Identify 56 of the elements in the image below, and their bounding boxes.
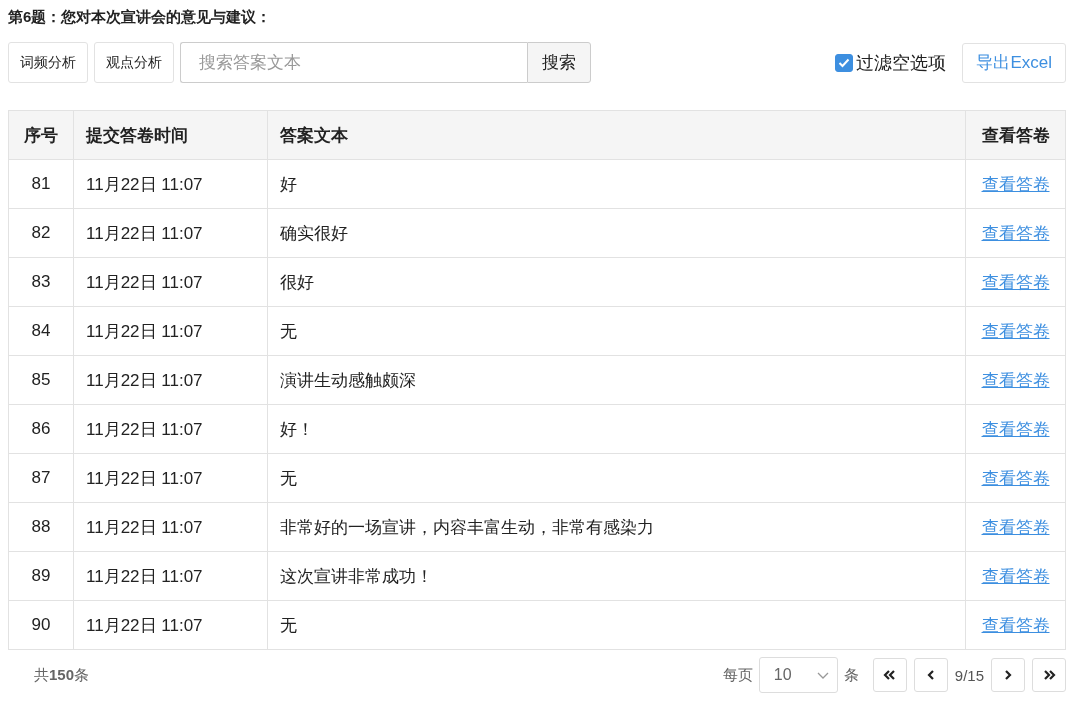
analysis-button[interactable]: 词频分析: [8, 42, 88, 83]
submit-time: 11月22日 11:07: [73, 502, 268, 552]
submit-time: 11月22日 11:07: [73, 600, 268, 650]
analysis-button[interactable]: 观点分析: [94, 42, 174, 83]
row-number: 89: [8, 551, 74, 601]
question-title: 第6题：您对本次宣讲会的意见与建议：: [8, 7, 273, 27]
submit-time: 11月22日 11:07: [73, 208, 268, 258]
row-number: 83: [8, 257, 74, 307]
answer-text: 无: [267, 306, 966, 356]
answer-text: 非常好的一场宣讲，内容丰富生动，非常有感染力: [267, 502, 966, 552]
submit-time: 11月22日 11:07: [73, 551, 268, 601]
first-page-button[interactable]: [872, 658, 907, 692]
page-indicator: 9/15: [954, 666, 984, 684]
row-number: 88: [8, 502, 74, 552]
answer-text: 演讲生动感触颇深: [267, 355, 966, 405]
row-number: 81: [8, 159, 74, 209]
answer-text: 无: [267, 600, 966, 650]
row-number: 82: [8, 208, 74, 258]
next-page-button[interactable]: [991, 658, 1025, 692]
chevron-icon: [926, 669, 935, 681]
submit-time: 11月22日 11:07: [73, 306, 268, 356]
per-page-label: 每页: [722, 665, 753, 685]
column-header: 序号: [8, 110, 74, 160]
double-chevron-icon: [883, 669, 897, 681]
answer-text: 好: [267, 159, 966, 209]
total-count: 共150条: [34, 665, 90, 685]
row-number: 86: [8, 404, 74, 454]
search-field[interactable]: 搜索答案文本: [180, 42, 527, 83]
row-number: 90: [8, 600, 74, 650]
answer-text: 确实很好: [267, 208, 966, 258]
submit-time: 11月22日 11:07: [73, 453, 268, 503]
submit-time: 11月22日 11:07: [73, 355, 268, 405]
answer-text: 好！: [267, 404, 966, 454]
row-number: 85: [8, 355, 74, 405]
submit-time: 11月22日 11:07: [73, 257, 268, 307]
checkbox-label: 过滤空选项: [856, 51, 947, 75]
submit-time: 11月22日 11:07: [73, 159, 268, 209]
answer-text: 这次宣讲非常成功！: [267, 551, 966, 601]
checkbox[interactable]: [835, 53, 854, 72]
row-number: 87: [8, 453, 74, 503]
double-chevron-icon: [1042, 669, 1056, 681]
column-header: 查看答卷: [965, 110, 1066, 160]
previous-page-button[interactable]: [913, 658, 948, 692]
chevron-icon: [1004, 669, 1012, 681]
answer-text: 很好: [267, 257, 966, 307]
row-number: 84: [8, 306, 74, 356]
search-button[interactable]: 搜索: [527, 42, 591, 83]
per-page-unit: 条: [843, 665, 859, 685]
chevron-down-icon: [816, 671, 829, 679]
per-page-select[interactable]: 10: [758, 657, 838, 693]
submit-time: 11月22日 11:07: [73, 404, 268, 454]
column-header: 提交答卷时间: [73, 110, 268, 160]
last-page-button[interactable]: [1032, 658, 1066, 692]
answer-text: 无: [267, 453, 966, 503]
export-button[interactable]: 导出Excel: [962, 42, 1066, 83]
column-header: 答案文本: [267, 110, 966, 160]
